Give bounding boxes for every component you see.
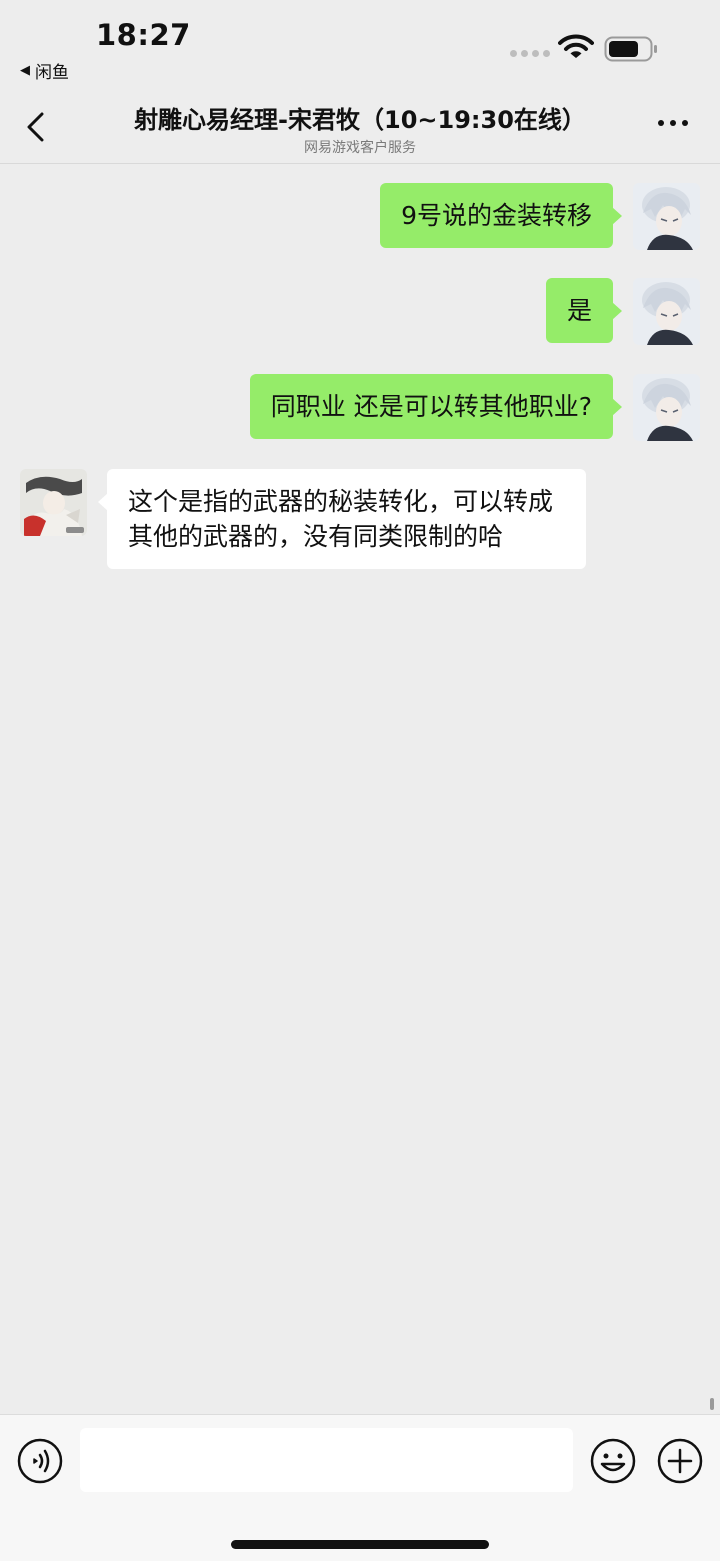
chat-header: 射雕心易经理-宋君牧（10~19:30在线） 网易游戏客户服务 [0,90,720,164]
emoji-icon[interactable] [590,1438,636,1484]
avatar-agent[interactable] [20,469,87,536]
message-row-self: 9号说的金装转移 [380,183,700,250]
plus-circle-icon[interactable] [657,1438,703,1484]
message-list: 9号说的金装转移 是 同职业 还是可以转其他职业? 这个是指的武器的秘装转化，可… [0,164,720,1414]
chat-title-block: 射雕心易经理-宋君牧（10~19:30在线） 网易游戏客户服务 [100,100,620,157]
avatar-self[interactable] [633,374,700,441]
message-row-other: 这个是指的武器的秘装转化，可以转成其他的武器的，没有同类限制的哈 [20,469,586,569]
message-input[interactable] [80,1428,573,1492]
message-bubble[interactable]: 这个是指的武器的秘装转化，可以转成其他的武器的，没有同类限制的哈 [98,469,586,569]
scroll-indicator [710,1398,714,1410]
back-triangle-icon: ◀ [20,63,30,78]
message-row-self: 同职业 还是可以转其他职业? [249,374,700,441]
message-bubble[interactable]: 9号说的金装转移 [380,183,622,248]
cellular-signal-icon [510,50,550,57]
message-row-self: 是 [545,278,700,345]
status-time: 18:27 [96,18,191,52]
avatar-self[interactable] [633,183,700,250]
status-bar: 18:27 ◀ 闲鱼 [0,0,720,90]
chevron-left-icon[interactable] [22,110,50,144]
more-dots-icon[interactable] [658,120,694,132]
chat-title: 射雕心易经理-宋君牧（10~19:30在线） [134,106,586,134]
chat-subtitle: 网易游戏客户服务 [304,140,416,156]
home-indicator[interactable] [231,1540,489,1549]
message-bubble[interactable]: 同职业 还是可以转其他职业? [249,374,623,439]
input-bar [0,1414,720,1561]
voice-icon[interactable] [17,1438,63,1484]
battery-icon [604,36,657,62]
avatar-self[interactable] [633,278,700,345]
back-app-label: 闲鱼 [35,63,69,83]
message-bubble[interactable]: 是 [545,278,623,343]
back-to-app-link[interactable]: ◀ 闲鱼 [20,58,69,83]
wifi-icon [558,34,594,58]
